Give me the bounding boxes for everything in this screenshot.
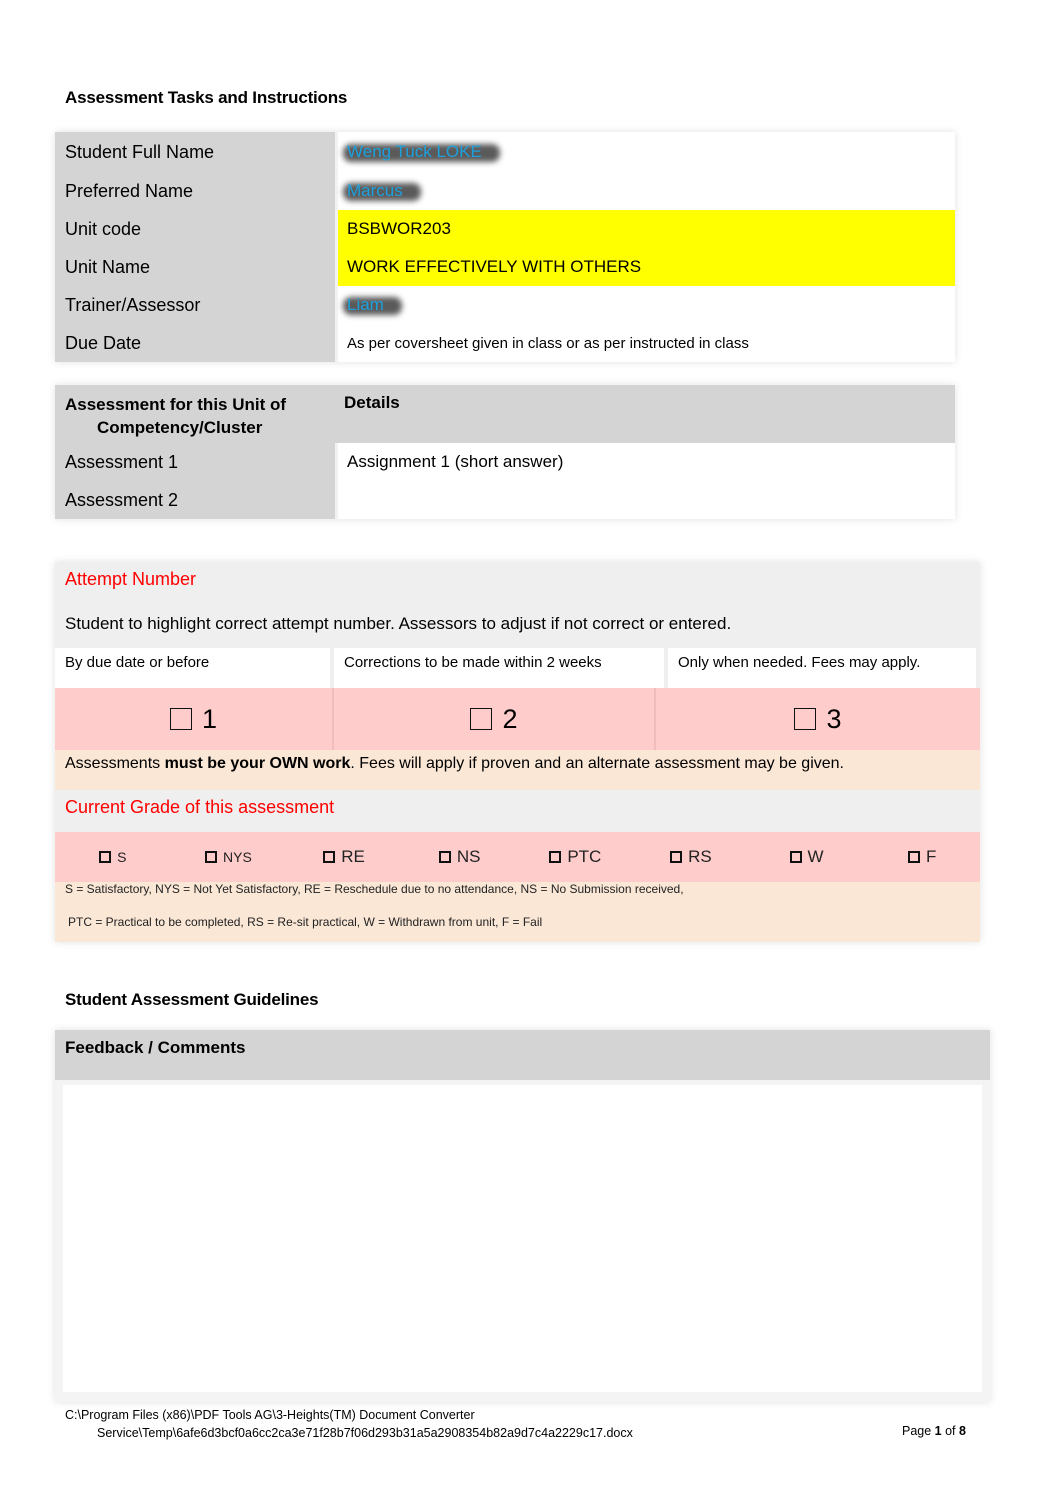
field-student-full-name[interactable]: Weng Tuck LOKE xyxy=(335,132,955,172)
field-due-date[interactable]: As per coversheet given in class or as p… xyxy=(335,324,955,362)
row-unit-code: Unit code BSBWOR203 xyxy=(55,210,955,248)
checkbox-icon[interactable] xyxy=(323,851,336,863)
grade-option-rs[interactable]: RS xyxy=(633,832,749,882)
attempt-checkboxes: 1 2 3 xyxy=(55,688,980,750)
row-student-full-name: Student Full Name Weng Tuck LOKE xyxy=(55,132,955,172)
field-preferred-name[interactable]: Marcus xyxy=(335,172,955,210)
page-total: 8 xyxy=(959,1424,966,1438)
field-trainer-assessor[interactable]: Liam xyxy=(335,286,955,324)
feedback-title: Feedback / Comments xyxy=(55,1030,990,1080)
page-current: 1 xyxy=(934,1424,942,1438)
feedback-comments-field[interactable] xyxy=(63,1085,982,1392)
attempt-caption-3: Only when needed. Fees may apply. xyxy=(668,648,976,688)
grade-legend-line-2: PTC = Practical to be completed, RS = Re… xyxy=(68,915,543,929)
header-details: Details xyxy=(335,385,955,443)
own-work-prefix: Assessments xyxy=(65,755,165,772)
assessment-table-header: Assessment for this Unit of Competency/C… xyxy=(55,385,955,443)
footer-path-line-2: Service\Temp\6afe6d3bcf0a6cc2ca3e71f28b7… xyxy=(97,1426,633,1440)
grade-label: NS xyxy=(456,847,481,866)
feedback-section: Feedback / Comments xyxy=(55,1030,990,1402)
grade-label: W xyxy=(807,847,824,866)
checkbox-icon[interactable] xyxy=(438,851,451,863)
row-trainer-assessor: Trainer/Assessor Liam xyxy=(55,286,955,324)
field-unit-name[interactable]: WORK EFFECTIVELY WITH OTHERS xyxy=(335,248,955,286)
row-due-date: Due Date As per coversheet given in clas… xyxy=(55,324,955,362)
page-word: Page xyxy=(902,1424,935,1438)
checkbox-icon[interactable] xyxy=(794,708,817,730)
header-assessment-unit: Assessment for this Unit of Competency/C… xyxy=(55,385,335,443)
assessment-table: Assessment for this Unit of Competency/C… xyxy=(55,385,955,519)
field-assessment-2-details[interactable] xyxy=(335,481,955,519)
label-due-date: Due Date xyxy=(55,324,335,362)
checkbox-icon[interactable] xyxy=(169,708,192,730)
attempt-caption-2: Corrections to be made within 2 weeks xyxy=(334,648,664,688)
label-assessment-1: Assessment 1 xyxy=(55,443,335,481)
attempt-option-3[interactable]: 3 xyxy=(656,688,980,750)
grade-options: S NYS RE NS PTC RS W F xyxy=(55,832,980,882)
section-heading-assessment-tasks: Assessment Tasks and Instructions xyxy=(65,88,348,107)
grade-option-nys[interactable]: NYS xyxy=(171,832,287,882)
redacted-value: Weng Tuck LOKE xyxy=(347,142,486,162)
attempt-captions: By due date or before Corrections to be … xyxy=(55,648,980,688)
field-assessment-1-details[interactable]: Assignment 1 (short answer) xyxy=(335,443,955,481)
section-heading-guidelines: Student Assessment Guidelines xyxy=(65,990,319,1009)
checkbox-icon[interactable] xyxy=(549,851,562,863)
grade-legend: S = Satisfactory, NYS = Not Yet Satisfac… xyxy=(55,882,980,942)
header-line-2: Competency/Cluster xyxy=(97,418,263,437)
grade-option-re[interactable]: RE xyxy=(286,832,402,882)
footer-file-path: C:\Program Files (x86)\PDF Tools AG\3-He… xyxy=(65,1406,633,1442)
grade-option-s[interactable]: S xyxy=(55,832,171,882)
grade-label: RE xyxy=(341,847,365,866)
grade-label: NYS xyxy=(223,849,252,865)
attempt-number-2: 2 xyxy=(502,703,518,734)
label-unit-code: Unit code xyxy=(55,210,335,248)
page-number: Page 1 of 8 xyxy=(902,1424,966,1438)
checkbox-icon[interactable] xyxy=(907,851,920,863)
attempt-number-3: 3 xyxy=(826,703,842,734)
footer-path-line-1: C:\Program Files (x86)\PDF Tools AG\3-He… xyxy=(65,1408,475,1422)
attempt-number-title: Attempt Number xyxy=(65,569,197,589)
grade-label: RS xyxy=(688,847,712,866)
checkbox-icon[interactable] xyxy=(670,851,683,863)
grade-label: S xyxy=(117,849,127,865)
attempt-instruction: Student to highlight correct attempt num… xyxy=(65,614,732,633)
redacted-value: Liam xyxy=(347,295,388,315)
row-unit-name: Unit Name WORK EFFECTIVELY WITH OTHERS xyxy=(55,248,955,286)
label-student-full-name: Student Full Name xyxy=(55,132,335,172)
grade-legend-line-1: S = Satisfactory, NYS = Not Yet Satisfac… xyxy=(65,882,684,896)
label-preferred-name: Preferred Name xyxy=(55,172,335,210)
attempt-caption-1: By due date or before xyxy=(55,648,330,688)
header-line-1: Assessment for this Unit of xyxy=(65,395,287,414)
checkbox-icon[interactable] xyxy=(99,851,112,863)
redacted-value: Marcus xyxy=(347,181,407,201)
own-work-notice: Assessments must be your OWN work. Fees … xyxy=(55,750,980,790)
student-info-table: Student Full Name Weng Tuck LOKE Preferr… xyxy=(55,132,955,362)
attempt-grade-section: Attempt Number Student to highlight corr… xyxy=(55,562,980,942)
label-assessment-2: Assessment 2 xyxy=(55,481,335,519)
attempt-number-1: 1 xyxy=(201,703,218,734)
attempt-option-2[interactable]: 2 xyxy=(334,688,656,750)
field-unit-code[interactable]: BSBWOR203 xyxy=(335,210,955,248)
table-row: Assessment 2 xyxy=(55,481,955,519)
row-preferred-name: Preferred Name Marcus xyxy=(55,172,955,210)
grade-label: PTC xyxy=(567,847,602,866)
grade-option-ns[interactable]: NS xyxy=(402,832,518,882)
checkbox-icon[interactable] xyxy=(789,851,802,863)
grade-option-f[interactable]: F xyxy=(864,832,980,882)
grade-option-w[interactable]: W xyxy=(749,832,865,882)
grade-option-ptc[interactable]: PTC xyxy=(518,832,634,882)
label-trainer-assessor: Trainer/Assessor xyxy=(55,286,335,324)
checkbox-icon[interactable] xyxy=(470,708,493,730)
label-unit-name: Unit Name xyxy=(55,248,335,286)
checkbox-icon[interactable] xyxy=(205,851,218,863)
own-work-suffix: . Fees will apply if proven and an alter… xyxy=(350,755,844,772)
table-row: Assessment 1 Assignment 1 (short answer) xyxy=(55,443,955,481)
own-work-bold: must be your OWN work xyxy=(164,755,351,772)
grade-label: F xyxy=(925,847,937,866)
current-grade-title: Current Grade of this assessment xyxy=(65,797,335,817)
page-of: of xyxy=(941,1424,959,1438)
attempt-option-1[interactable]: 1 xyxy=(55,688,334,750)
